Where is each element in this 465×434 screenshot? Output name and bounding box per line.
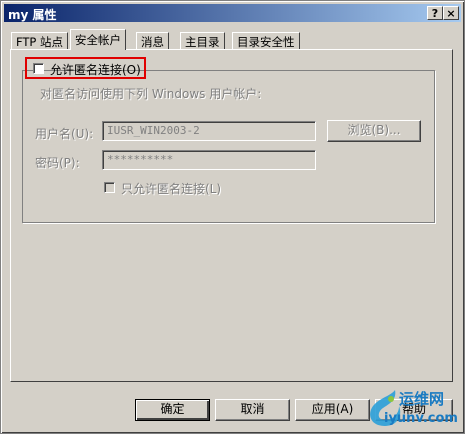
only-anonymous-checkbox[interactable] (104, 182, 115, 193)
highlight-box (25, 57, 146, 79)
only-anonymous-label[interactable]: 只允许匿名连接(L) (121, 180, 221, 197)
help-title-button[interactable]: ? (427, 6, 443, 20)
help-button[interactable]: 帮助 (375, 399, 453, 421)
password-input[interactable]: ********** (102, 150, 316, 170)
username-label: 用户名(U): (35, 127, 94, 141)
tab-messages[interactable]: 消息 (136, 32, 169, 49)
tab-home-directory[interactable]: 主目录 (180, 32, 225, 49)
tab-directory-security[interactable]: 目录安全性 (232, 32, 300, 49)
tab-ftp-site[interactable]: FTP 站点 (11, 32, 69, 49)
title-bar[interactable]: my 属性 ? × (4, 4, 461, 22)
password-label: 密码(P): (35, 156, 80, 170)
username-input[interactable]: IUSR_WIN2003-2 (102, 121, 316, 141)
close-button[interactable]: × (443, 6, 459, 20)
tab-security-accounts[interactable]: 安全帐户 (70, 29, 126, 50)
browse-button[interactable]: 浏览(B)... (327, 120, 421, 142)
properties-dialog: my 属性 ? × FTP 站点 安全帐户 消息 主目录 目录安全性 允许匿名连… (0, 0, 465, 434)
cancel-button[interactable]: 取消 (215, 399, 290, 421)
account-description: 对匿名访问使用下列 Windows 用户帐户: (40, 87, 262, 101)
ok-button[interactable]: 确定 (135, 399, 210, 421)
window-title: my 属性 (8, 8, 57, 22)
apply-button[interactable]: 应用(A) (295, 399, 370, 421)
